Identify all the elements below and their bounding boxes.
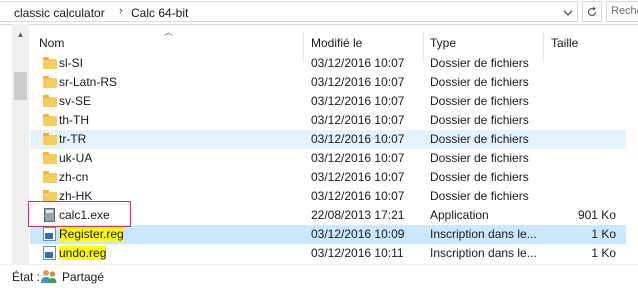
file-date: 03/12/2016 10:09 [311, 227, 405, 241]
file-name: Register.reg [59, 227, 124, 241]
registry-file-icon [41, 246, 57, 260]
file-date: 03/12/2016 10:07 [311, 75, 405, 89]
file-type: Dossier de fichiers [430, 75, 529, 89]
file-name: sl-SI [59, 56, 83, 70]
file-type: Dossier de fichiers [430, 170, 529, 184]
file-date: 03/12/2016 10:07 [311, 94, 405, 108]
list-item[interactable]: Register.reg 03/12/2016 10:09 Inscriptio… [30, 225, 626, 244]
file-date: 22/08/2013 17:21 [311, 208, 405, 222]
file-name: th-TH [59, 113, 89, 127]
folder-icon [41, 132, 57, 146]
file-date: 03/12/2016 10:07 [311, 132, 405, 146]
file-date: 03/12/2016 10:07 [311, 113, 405, 127]
list-item[interactable]: tr-TR 03/12/2016 10:07 Dossier de fichie… [30, 130, 626, 149]
address-bar: classic calculator › Calc 64-bit Recherc… [0, 0, 638, 25]
file-name: sv-SE [59, 94, 92, 108]
file-name: undo.reg [59, 246, 107, 260]
file-date: 03/12/2016 10:07 [311, 170, 405, 184]
vertical-scrollbar[interactable]: ▲ [12, 24, 29, 264]
status-bar: État : Partagé [0, 264, 638, 291]
list-item[interactable]: uk-UA 03/12/2016 10:07 Dossier de fichie… [30, 149, 626, 168]
chevron-down-icon[interactable] [561, 6, 575, 20]
refresh-button[interactable] [582, 1, 602, 22]
file-name: tr-TR [59, 132, 87, 146]
shared-users-icon [41, 270, 57, 283]
folder-icon [41, 113, 57, 127]
refresh-icon [587, 6, 597, 17]
list-item[interactable]: sr-Latn-RS 03/12/2016 10:07 Dossier de f… [30, 73, 626, 92]
scrollbar-thumb[interactable] [14, 72, 27, 100]
sort-ascending-icon: ︿ [164, 27, 174, 37]
file-date: 03/12/2016 10:07 [311, 151, 405, 165]
column-header-modified[interactable]: Modifié le [311, 36, 362, 50]
file-type: Application [430, 208, 489, 222]
file-type: Inscription dans le... [430, 227, 537, 241]
file-size: 1 Ko [591, 227, 616, 241]
folder-icon [41, 170, 57, 184]
list-item[interactable]: th-TH 03/12/2016 10:07 Dossier de fichie… [30, 111, 626, 130]
file-type: Dossier de fichiers [430, 151, 529, 165]
list-item[interactable]: sv-SE 03/12/2016 10:07 Dossier de fichie… [30, 92, 626, 111]
breadcrumb[interactable]: classic calculator › Calc 64-bit [0, 1, 578, 22]
list-item[interactable]: sl-SI 03/12/2016 10:07 Dossier de fichie… [30, 54, 626, 73]
folder-icon [41, 94, 57, 108]
file-type: Inscription dans le... [430, 246, 537, 260]
annotation-box [28, 201, 131, 227]
breadcrumb-item-calc-64-bit[interactable]: Calc 64-bit [131, 6, 188, 20]
file-size: 1 Ko [591, 246, 616, 260]
file-type: Dossier de fichiers [430, 189, 529, 203]
registry-file-icon [41, 227, 57, 241]
column-header-name[interactable]: Nom [39, 36, 64, 50]
file-date: 03/12/2016 10:07 [311, 56, 405, 70]
breadcrumb-item-classic-calculator[interactable]: classic calculator [14, 6, 105, 20]
file-size: 901 Ko [577, 208, 616, 222]
column-header-size[interactable]: Taille [551, 36, 578, 50]
search-input[interactable]: Rechercher dans : Calc 64-bit [606, 1, 638, 22]
list-item[interactable]: undo.reg 03/12/2016 10:11 Inscription da… [30, 244, 626, 263]
file-type: Dossier de fichiers [430, 56, 529, 70]
file-name: zh-cn [59, 170, 89, 184]
chevron-right-icon[interactable]: › [119, 5, 123, 17]
file-name: sr-Latn-RS [59, 75, 118, 89]
file-type: Dossier de fichiers [430, 113, 529, 127]
file-name: uk-UA [59, 151, 93, 165]
scroll-up-arrow-icon[interactable]: ▲ [12, 26, 29, 43]
file-date: 03/12/2016 10:07 [311, 189, 405, 203]
folder-icon [41, 151, 57, 165]
file-date: 03/12/2016 10:11 [311, 246, 404, 260]
status-label: État : [12, 270, 41, 284]
file-type: Dossier de fichiers [430, 94, 529, 108]
folder-icon [41, 75, 57, 89]
folder-icon [41, 56, 57, 70]
list-item[interactable]: zh-cn 03/12/2016 10:07 Dossier de fichie… [30, 168, 626, 187]
column-header-type[interactable]: Type [430, 36, 456, 50]
status-share-text: Partagé [62, 270, 105, 284]
file-type: Dossier de fichiers [430, 132, 529, 146]
